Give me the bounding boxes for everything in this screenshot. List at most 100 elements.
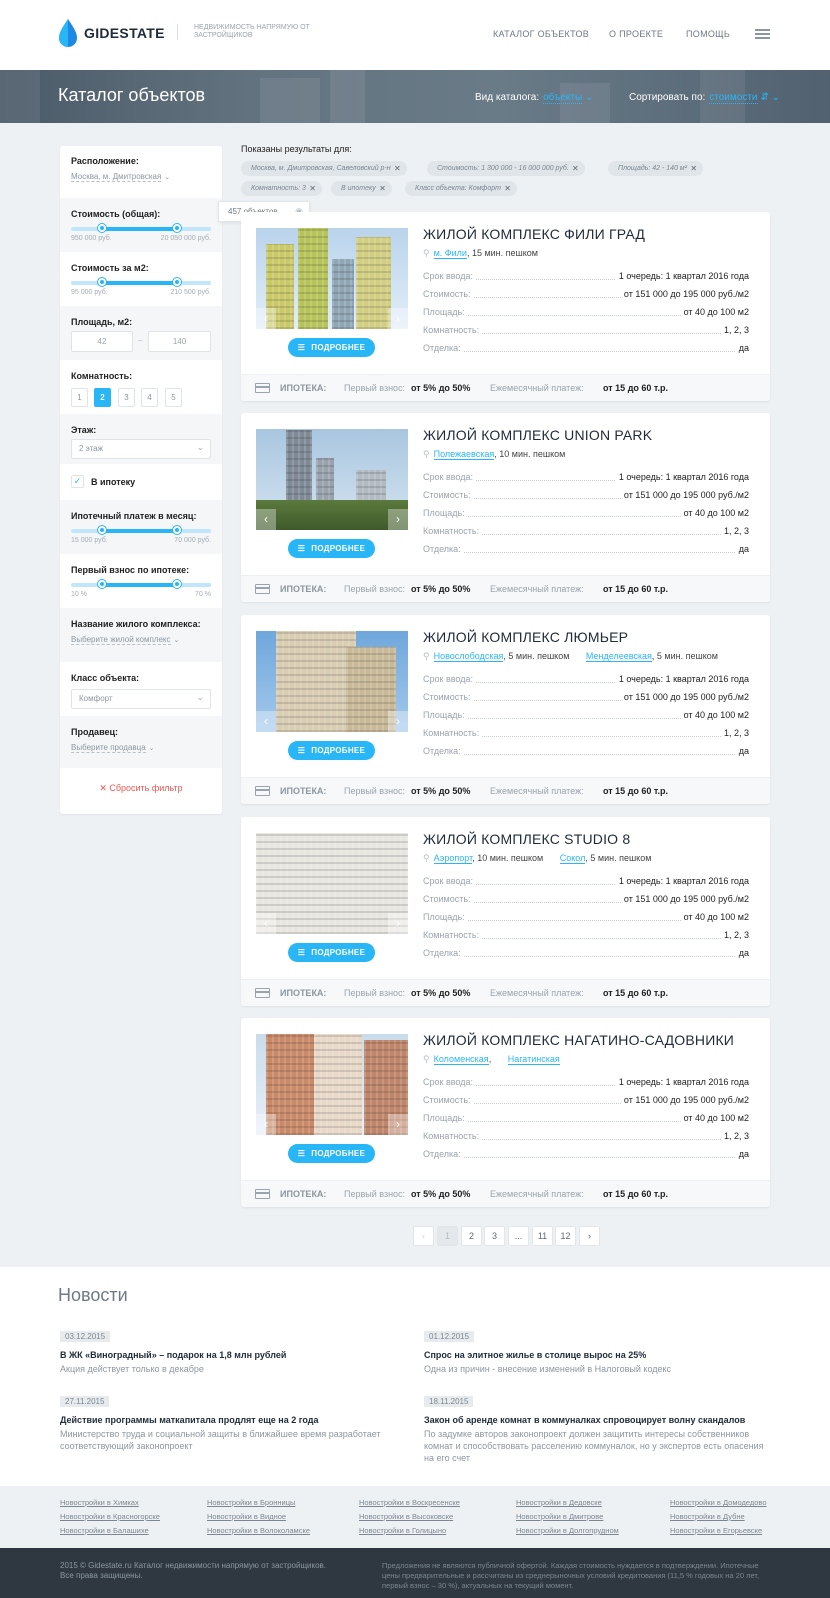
close-icon[interactable]: ✕ xyxy=(309,181,316,196)
page-2[interactable]: 2 xyxy=(461,1226,482,1246)
payment-slider[interactable] xyxy=(71,526,211,534)
logo[interactable]: GIDESTATE xyxy=(58,18,165,48)
rooms-option-3[interactable]: 3 xyxy=(118,388,135,407)
page-1[interactable]: 1 xyxy=(437,1226,458,1246)
chevron-left-icon[interactable]: ‹ xyxy=(256,711,276,732)
slider-max-handle[interactable] xyxy=(173,580,182,588)
metro-link[interactable]: Полежаевская xyxy=(433,449,495,460)
slider-min-handle[interactable] xyxy=(97,224,106,232)
city-link[interactable]: Новостройки в Дубне xyxy=(670,1512,767,1526)
location-select[interactable]: Москва, м. Дмитровская xyxy=(71,172,162,182)
page-3[interactable]: 3 xyxy=(484,1226,505,1246)
details-button[interactable]: ☰ ПОДРОБНЕЕ xyxy=(288,338,375,357)
metro-link[interactable]: Коломенская xyxy=(433,1054,489,1065)
city-link[interactable]: Новостройки в Химках xyxy=(60,1498,160,1512)
slider-min-handle[interactable] xyxy=(97,526,106,534)
down-payment-slider[interactable] xyxy=(71,580,211,588)
city-link[interactable]: Новостройки в Дмитрове xyxy=(516,1512,619,1526)
news-item[interactable]: 18.11.2015 Закон об аренде комнат в комм… xyxy=(424,1391,772,1464)
filter-tag[interactable]: Стоимость: 1 300 000 - 16 000 000 руб. ✕ xyxy=(427,161,585,176)
nav-help[interactable]: ПОМОЩЬ xyxy=(686,29,730,39)
metro-link[interactable]: м. Фили xyxy=(433,248,467,259)
news-headline[interactable]: В ЖК «Виноградный» – подарок на 1,8 млн … xyxy=(60,1350,400,1360)
details-button[interactable]: ☰ ПОДРОБНЕЕ xyxy=(288,539,375,558)
object-photo[interactable]: ‹ › xyxy=(256,631,408,732)
floor-select[interactable]: 2 этаж xyxy=(71,438,211,459)
chevron-right-icon[interactable]: › xyxy=(388,308,408,329)
rooms-option-1[interactable]: 1 xyxy=(71,388,88,407)
next-page-button[interactable]: › xyxy=(579,1226,600,1246)
city-link[interactable]: Новостройки в Видное xyxy=(207,1512,310,1526)
details-button[interactable]: ☰ ПОДРОБНЕЕ xyxy=(288,1144,375,1163)
news-headline[interactable]: Спрос на элитное жилье в столице вырос н… xyxy=(424,1350,764,1360)
city-link[interactable]: Новостройки в Бронницы xyxy=(207,1498,310,1512)
news-item[interactable]: 03.12.2015 В ЖК «Виноградный» – подарок … xyxy=(60,1326,400,1375)
details-button[interactable]: ☰ ПОДРОБНЕЕ xyxy=(288,741,375,760)
close-icon[interactable]: ✕ xyxy=(504,181,511,196)
prev-page-button[interactable]: ‹ xyxy=(413,1226,434,1246)
object-photo[interactable]: ‹ › xyxy=(256,228,408,329)
object-photo[interactable]: ‹ › xyxy=(256,833,408,934)
page-11[interactable]: 11 xyxy=(532,1226,553,1246)
area-from-input[interactable]: 42 xyxy=(71,331,133,352)
slider-max-handle[interactable] xyxy=(173,526,182,534)
city-link[interactable]: Новостройки в Воскресенске xyxy=(359,1498,460,1512)
slider-min-handle[interactable] xyxy=(97,278,106,286)
metro-link[interactable]: Новослободская xyxy=(433,651,504,662)
news-item[interactable]: 01.12.2015 Спрос на элитное жилье в стол… xyxy=(424,1326,764,1375)
object-title[interactable]: ЖИЛОЙ КОМПЛЕКС НАГАТИНО-САДОВНИКИ xyxy=(423,1032,734,1048)
page-12[interactable]: 12 xyxy=(555,1226,576,1246)
sqm-price-slider[interactable] xyxy=(71,278,211,286)
mortgage-checkbox[interactable]: ✓ xyxy=(71,475,84,488)
rooms-option-2[interactable]: 2 xyxy=(94,388,111,407)
metro-link[interactable]: Менделеевская xyxy=(585,651,652,662)
object-title[interactable]: ЖИЛОЙ КОМПЛЕКС ЛЮМЬЕР xyxy=(423,629,628,645)
chevron-right-icon[interactable]: › xyxy=(388,913,408,934)
city-link[interactable]: Новостройки в Балашихе xyxy=(60,1526,160,1540)
close-icon[interactable]: ✕ xyxy=(394,161,401,176)
menu-icon[interactable] xyxy=(755,29,770,39)
city-link[interactable]: Новостройки в Волоколамске xyxy=(207,1526,310,1540)
news-item[interactable]: 27.11.2015 Действие программы маткапитал… xyxy=(60,1391,400,1452)
chevron-right-icon[interactable]: › xyxy=(388,509,408,530)
filter-tag[interactable]: Площадь: 42 - 140 м² ✕ xyxy=(608,161,704,176)
city-link[interactable]: Новостройки в Красногорске xyxy=(60,1512,160,1526)
seller-select[interactable]: Выберите продавца xyxy=(71,743,146,753)
view-value[interactable]: объекты xyxy=(543,92,583,104)
chevron-right-icon[interactable]: › xyxy=(388,1114,408,1135)
close-icon[interactable]: ✕ xyxy=(379,181,386,196)
filter-tag[interactable]: В ипотеку ✕ xyxy=(331,181,392,196)
filter-tag[interactable]: Класс объекта: Комфорт ✕ xyxy=(405,181,517,196)
price-slider[interactable] xyxy=(71,224,211,232)
sort-value[interactable]: стоимости xyxy=(709,92,758,104)
chevron-right-icon[interactable]: › xyxy=(388,711,408,732)
sort-switch[interactable]: Сортировать по: стоимости ⇵ ⌄ xyxy=(629,92,780,104)
object-photo[interactable]: ‹ › xyxy=(256,1034,408,1135)
filter-tag[interactable]: Комнатность: 3 ✕ xyxy=(241,181,322,196)
city-link[interactable]: Новостройки в Высоковске xyxy=(359,1512,460,1526)
slider-min-handle[interactable] xyxy=(97,580,106,588)
area-to-input[interactable]: 140 xyxy=(148,331,211,352)
city-link[interactable]: Новостройки в Долгопрудном xyxy=(516,1526,619,1540)
object-title[interactable]: ЖИЛОЙ КОМПЛЕКС STUDIO 8 xyxy=(423,831,630,847)
chevron-left-icon[interactable]: ‹ xyxy=(256,913,276,934)
reset-filter-button[interactable]: ✕ Сбросить фильтр xyxy=(60,783,222,794)
object-photo[interactable]: ‹ › xyxy=(256,429,408,530)
details-button[interactable]: ☰ ПОДРОБНЕЕ xyxy=(288,943,375,962)
chevron-left-icon[interactable]: ‹ xyxy=(256,509,276,530)
metro-link[interactable]: Сокол xyxy=(559,853,586,864)
close-icon[interactable]: ✕ xyxy=(572,161,579,176)
view-switch[interactable]: Вид каталога: объекты ⌄ xyxy=(475,92,594,104)
city-link[interactable]: Новостройки в Дедовске xyxy=(516,1498,619,1512)
filter-tag[interactable]: Москва, м. Дмитровская, Савеловский р-н ✕ xyxy=(241,161,407,176)
rooms-option-5[interactable]: 5 xyxy=(165,388,182,407)
object-title[interactable]: ЖИЛОЙ КОМПЛЕКС ФИЛИ ГРАД xyxy=(423,226,645,242)
news-headline[interactable]: Закон об аренде комнат в коммуналках спр… xyxy=(424,1415,772,1425)
city-link[interactable]: Новостройки в Егорьевске xyxy=(670,1526,767,1540)
metro-link[interactable]: Нагатинская xyxy=(507,1054,560,1065)
city-link[interactable]: Новостройки в Домодедово xyxy=(670,1498,767,1512)
slider-max-handle[interactable] xyxy=(173,224,182,232)
chevron-left-icon[interactable]: ‹ xyxy=(256,1114,276,1135)
close-icon[interactable]: ✕ xyxy=(690,161,697,176)
city-link[interactable]: Новостройки в Голицыно xyxy=(359,1526,460,1540)
